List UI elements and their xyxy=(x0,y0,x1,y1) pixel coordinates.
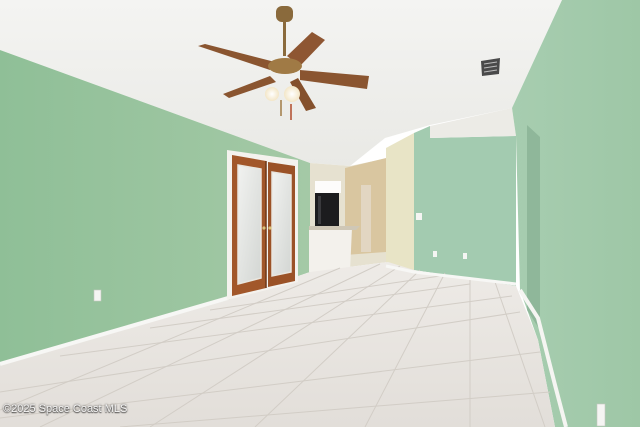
light-switch xyxy=(416,213,422,220)
center-wall xyxy=(386,133,414,276)
door-handle-right xyxy=(268,226,272,230)
wall-outlet-right xyxy=(596,403,606,427)
kitchen-cabinet xyxy=(315,181,341,193)
interior-door xyxy=(361,185,371,252)
wall-outlet-left xyxy=(93,289,102,302)
air-vent xyxy=(481,58,500,76)
wall-outlet-back xyxy=(433,251,437,257)
kitchen-island-top xyxy=(309,226,360,230)
room-illustration xyxy=(0,0,640,427)
door-right-glass xyxy=(271,171,292,277)
fan-motor xyxy=(268,58,302,74)
door-handle xyxy=(262,226,266,230)
fan-canopy xyxy=(276,6,293,22)
wall-outlet-back-2 xyxy=(463,253,467,259)
french-doors xyxy=(227,150,298,300)
watermark: ©2025 Space Coast MLS xyxy=(3,403,128,415)
room-photo: ©2025 Space Coast MLS xyxy=(0,0,640,427)
refrigerator-highlight xyxy=(318,196,321,224)
right-wall-niche xyxy=(527,125,540,330)
fan-downrod xyxy=(283,20,286,56)
back-right-wall xyxy=(414,126,516,286)
fan-light-bulb-left xyxy=(265,87,279,101)
fan-light-bulb-right xyxy=(284,86,300,102)
door-left-glass xyxy=(237,164,262,285)
kitchen-island xyxy=(309,228,352,272)
